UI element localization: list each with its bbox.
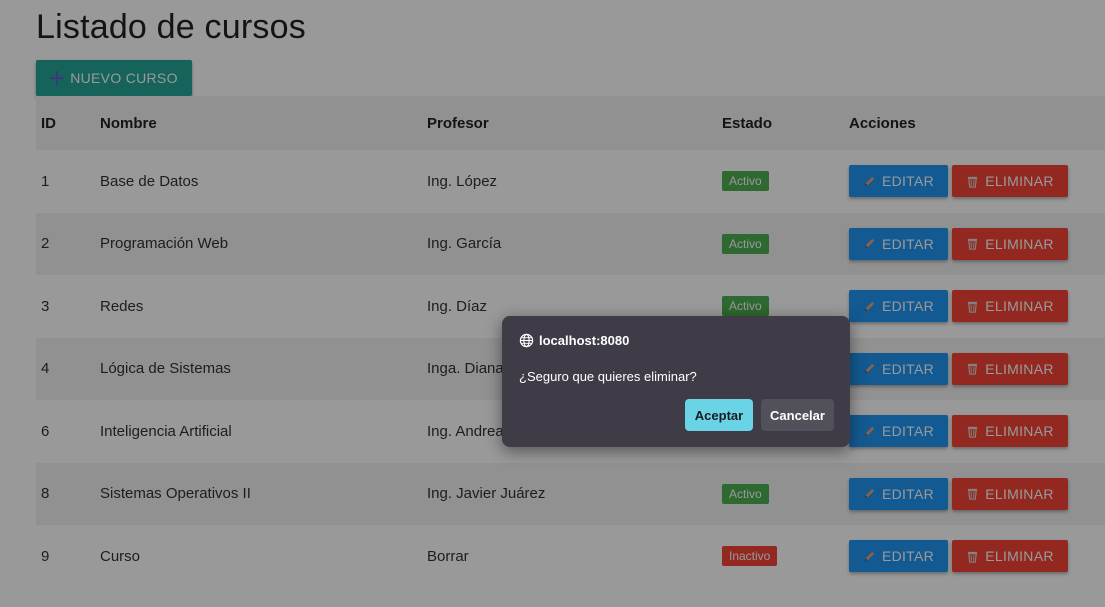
modal-backdrop <box>0 0 1105 607</box>
dialog-accept-button[interactable]: Aceptar <box>685 399 753 431</box>
dialog-origin: localhost:8080 <box>519 333 629 348</box>
dialog-origin-text: localhost:8080 <box>539 333 630 348</box>
dialog-message: ¿Seguro que quieres eliminar? <box>519 369 697 384</box>
confirm-dialog: localhost:8080 ¿Seguro que quieres elimi… <box>502 316 850 447</box>
dialog-cancel-button[interactable]: Cancelar <box>761 399 834 431</box>
globe-icon <box>519 333 534 348</box>
dialog-buttons: Aceptar Cancelar <box>685 399 834 431</box>
